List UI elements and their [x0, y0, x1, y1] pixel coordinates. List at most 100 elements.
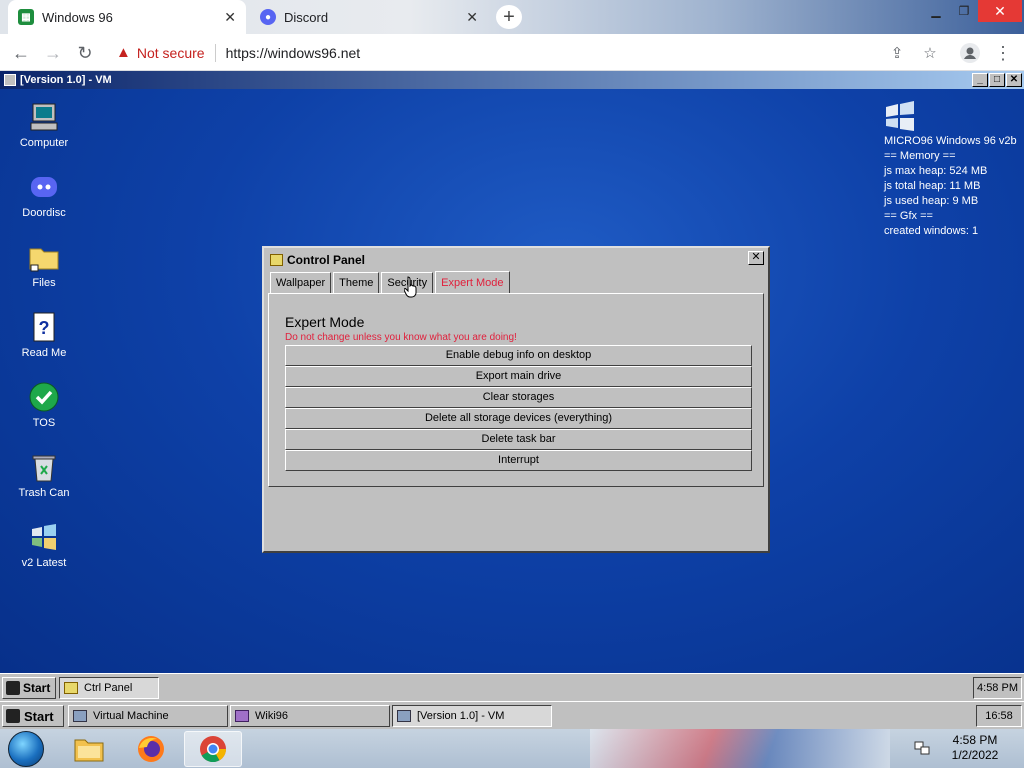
- new-tab-button[interactable]: +: [496, 5, 522, 29]
- desktop-icon-label: v2 Latest: [21, 557, 67, 569]
- desktop-icon-trash[interactable]: Trash Can: [12, 451, 76, 499]
- minimize-window-button[interactable]: ▁: [922, 0, 950, 22]
- chrome-icon[interactable]: [184, 731, 242, 767]
- tab-wallpaper[interactable]: Wallpaper: [270, 272, 332, 293]
- browser-tab-strip: ▦ Windows 96 ✕ ● Discord ✕ + ▁ ❐ ✕: [0, 0, 1024, 34]
- vm-title-bar: [Version 1.0] - VM: [0, 71, 1024, 89]
- desktop-icon-files[interactable]: Files: [12, 241, 76, 289]
- taskbar-item-version-vm[interactable]: [Version 1.0] - VM: [392, 705, 552, 727]
- share-icon[interactable]: ⇪: [884, 40, 910, 66]
- vm-minimize-button[interactable]: _: [972, 73, 988, 87]
- clock-time: 4:58 PM: [952, 733, 998, 747]
- taskbar-item-ctrl-panel[interactable]: Ctrl Panel: [59, 677, 159, 699]
- url-text[interactable]: https://windows96.net: [226, 45, 361, 61]
- desktop-icon-doordisc[interactable]: Doordisc: [12, 171, 76, 219]
- sysinfo-line: js used heap: 9 MB: [884, 195, 979, 207]
- tab-title: Discord: [284, 9, 329, 25]
- more-menu-icon[interactable]: ⋮: [990, 40, 1016, 66]
- expert-actions: Enable debug info on desktop Export main…: [285, 345, 752, 471]
- windows-logo-icon: [28, 521, 60, 553]
- sysinfo-line: MICRO96 Windows 96 v2b: [884, 135, 1017, 147]
- desktop-icon-label: Trash Can: [18, 487, 70, 499]
- clear-storages-button[interactable]: Clear storages: [285, 387, 752, 408]
- sysinfo-line: == Gfx ==: [884, 210, 933, 222]
- discord-favicon-icon: ●: [260, 9, 276, 25]
- address-bar[interactable]: ▲ Not secure https://windows96.net: [108, 38, 948, 67]
- taskbar-item-wiki96[interactable]: Wiki96: [230, 705, 390, 727]
- start-label: Start: [24, 708, 54, 724]
- clock-date: 1/2/2022: [951, 748, 999, 762]
- trash-icon: [28, 451, 60, 483]
- omnibox-divider: [214, 43, 216, 62]
- tab-theme[interactable]: Theme: [333, 272, 380, 293]
- virtual-machine-icon: [73, 710, 87, 722]
- sysinfo-line: == Memory ==: [884, 150, 956, 162]
- windows-start-orb-icon[interactable]: [8, 731, 44, 767]
- tab-expert-mode[interactable]: Expert Mode: [435, 271, 510, 294]
- tab-discord[interactable]: ● Discord ✕: [250, 0, 488, 34]
- expert-mode-panel: Expert Mode Do not change unless you kno…: [268, 293, 764, 487]
- reload-icon[interactable]: ↻: [72, 40, 98, 66]
- host-start-button[interactable]: Start: [2, 705, 64, 727]
- readme-icon: ?: [28, 311, 60, 343]
- discord-icon: [28, 171, 60, 203]
- hand-cursor-icon: [403, 276, 418, 298]
- taskbar-item-label: Ctrl Panel: [84, 682, 133, 694]
- sysinfo-line: js max heap: 524 MB: [884, 165, 988, 177]
- browser-toolbar: ← → ↻ ▲ Not secure https://windows96.net…: [0, 34, 1024, 71]
- desktop-icon-readme[interactable]: ? Read Me: [12, 311, 76, 359]
- panel-heading: Expert Mode: [285, 314, 365, 330]
- close-window-button[interactable]: ✕: [978, 0, 1022, 22]
- tab-windows96[interactable]: ▦ Windows 96 ✕: [8, 0, 246, 34]
- windows96-favicon-icon: ▦: [18, 9, 34, 25]
- forward-arrow-icon[interactable]: →: [40, 40, 66, 66]
- vm-host-taskbar: Start Virtual Machine Wiki96 [Version 1.…: [0, 701, 1024, 729]
- sysinfo-line: created windows: 1: [884, 225, 979, 237]
- warning-triangle-icon[interactable]: ▲: [116, 44, 131, 61]
- desktop-icon-tos[interactable]: TOS: [12, 381, 76, 429]
- desktop-icon-label: Doordisc: [22, 207, 66, 219]
- bookmark-star-icon[interactable]: ☆: [917, 40, 943, 66]
- start-logo-icon: [6, 681, 20, 695]
- back-arrow-icon[interactable]: ←: [8, 40, 34, 66]
- vm-title: [Version 1.0] - VM: [20, 74, 112, 86]
- desktop-icon-label: Computer: [19, 137, 69, 149]
- delete-all-storage-button[interactable]: Delete all storage devices (everything): [285, 408, 752, 429]
- desktop-icon-computer[interactable]: Computer: [12, 101, 76, 149]
- control-panel-close-button[interactable]: ✕: [748, 251, 764, 265]
- sysinfo-line: js total heap: 11 MB: [884, 180, 981, 192]
- export-main-drive-button[interactable]: Export main drive: [285, 366, 752, 387]
- taskbar-item-label: Wiki96: [255, 710, 289, 722]
- delete-task-bar-button[interactable]: Delete task bar: [285, 429, 752, 450]
- desktop-icon-v2-latest[interactable]: v2 Latest: [12, 521, 76, 569]
- taskbar-item-label: [Version 1.0] - VM: [417, 710, 505, 722]
- taskbar-item-virtual-machine[interactable]: Virtual Machine: [68, 705, 228, 727]
- network-icon[interactable]: [914, 740, 930, 756]
- windows7-taskbar: 4:58 PM 1/2/2022: [0, 729, 1024, 768]
- firefox-icon[interactable]: [122, 731, 180, 767]
- enable-debug-info-button[interactable]: Enable debug info on desktop: [285, 345, 752, 366]
- win96-taskbar: Start Ctrl Panel 4:58 PM: [0, 673, 1024, 701]
- security-status[interactable]: Not secure: [137, 45, 205, 61]
- start-button[interactable]: Start: [2, 677, 56, 699]
- maximize-window-button[interactable]: ❐: [950, 0, 978, 22]
- windows-explorer-icon[interactable]: [60, 731, 118, 767]
- interrupt-button[interactable]: Interrupt: [285, 450, 752, 471]
- profile-avatar-icon[interactable]: [957, 40, 983, 66]
- host-taskbar-clock: 16:58: [976, 705, 1022, 727]
- book-icon: [235, 710, 249, 722]
- start-logo-icon: [6, 709, 20, 723]
- close-tab-icon[interactable]: ✕: [224, 9, 236, 26]
- close-tab-icon[interactable]: ✕: [466, 9, 478, 26]
- system-clock[interactable]: 4:58 PM 1/2/2022: [940, 733, 1010, 763]
- control-panel-title-bar[interactable]: Control Panel: [266, 250, 766, 269]
- control-panel-window: Control Panel ✕ Wallpaper Theme Security…: [262, 246, 770, 553]
- desktop-icon-label: Read Me: [21, 347, 67, 359]
- vm-close-button[interactable]: ✕: [1006, 73, 1022, 87]
- vm-maximize-button[interactable]: □: [989, 73, 1005, 87]
- taskbar-clock: 4:58 PM: [973, 677, 1022, 699]
- warning-text: Do not change unless you know what you a…: [285, 332, 517, 343]
- checkmark-icon: [28, 381, 60, 413]
- debug-info-panel: MICRO96 Windows 96 v2b == Memory == js m…: [884, 101, 1017, 239]
- window-title: Control Panel: [287, 252, 366, 267]
